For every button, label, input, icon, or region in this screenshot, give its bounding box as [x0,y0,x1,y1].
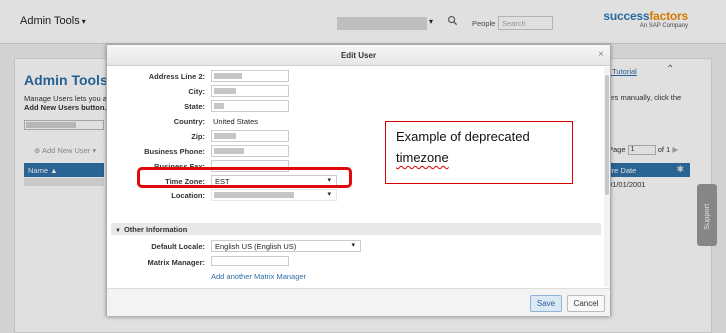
time-zone-highlight [137,167,352,188]
cancel-button[interactable]: Cancel [567,295,605,312]
state-field[interactable] [211,100,289,112]
dialog-scrollbar[interactable] [604,67,610,287]
default-locale-row: Default Locale: English US (English US) … [107,240,602,254]
country-value[interactable]: United States [213,117,258,126]
section-title: Other Information [123,225,188,234]
address2-field[interactable] [211,70,289,82]
dialog-titlebar: Edit User × [107,45,610,66]
default-locale-value: English US (English US) [215,242,297,251]
annotation-line1: Example of deprecated [396,129,530,144]
dialog-footer: Save Cancel [107,288,610,316]
state-row: State: [107,100,602,114]
address2-row: Address Line 2: [107,70,602,84]
city-field[interactable] [211,85,289,97]
other-information-section[interactable]: ▼ Other Information [111,223,601,235]
city-label: City: [188,87,205,96]
matrix-manager-field[interactable] [211,256,289,266]
dialog-title: Edit User [340,51,377,60]
business-phone-field[interactable] [211,145,289,157]
chevron-down-icon: ▼ [115,228,121,234]
location-label: Location: [171,191,205,200]
caret-down-icon: ▾ [351,242,355,249]
address2-label: Address Line 2: [148,72,205,81]
matrix-manager-label: Matrix Manager: [147,258,205,267]
city-row: City: [107,85,602,99]
location-row: Location: ▾ [107,189,602,203]
matrix-manager-row: Matrix Manager: [107,256,602,270]
business-phone-label: Business Phone: [144,147,205,156]
zip-field[interactable] [211,130,289,142]
zip-label: Zip: [191,132,205,141]
add-matrix-manager-link[interactable]: Add another Matrix Manager [211,272,306,281]
default-locale-select[interactable]: English US (English US) ▾ [211,240,361,252]
save-button[interactable]: Save [530,295,562,312]
location-select[interactable]: ▾ [211,189,337,201]
caret-down-icon: ▾ [327,191,331,198]
close-icon[interactable]: × [598,49,604,60]
annotation-callout: Example of deprecated timezone [385,121,573,184]
annotation-line2: timezone [396,150,449,165]
state-label: State: [184,102,205,111]
default-locale-label: Default Locale: [151,242,205,251]
country-label: Country: [173,117,205,126]
